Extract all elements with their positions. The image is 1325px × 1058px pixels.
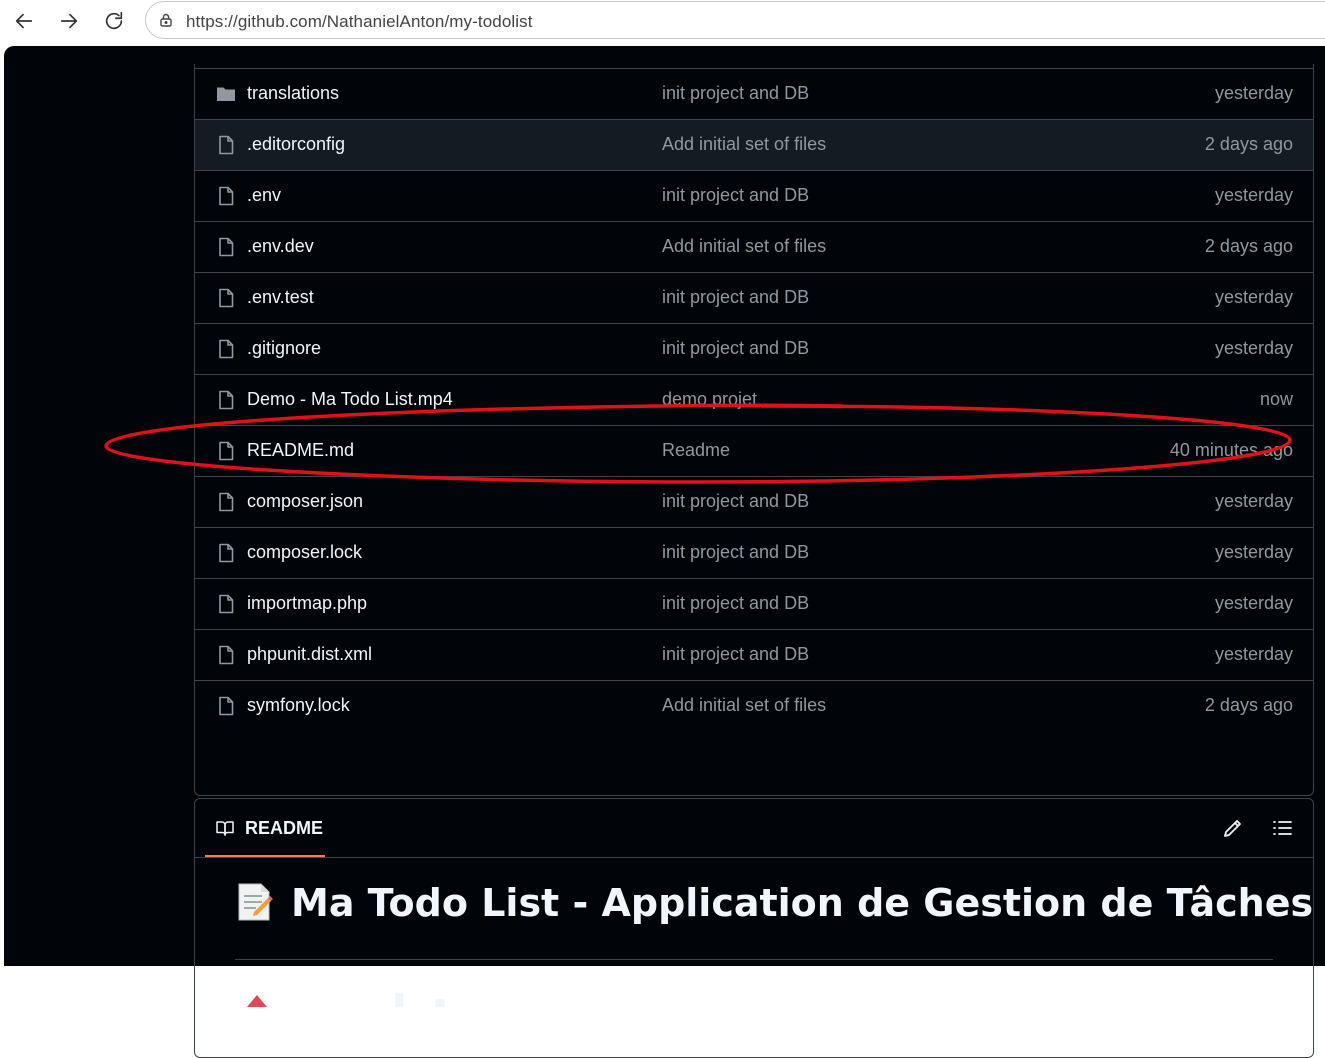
file-row[interactable]: .env.test init project and DB yesterday (195, 272, 1313, 323)
readme-title: Ma Todo List - Application de Gestion de… (235, 881, 1313, 925)
file-icon (215, 236, 237, 258)
commit-message-link[interactable]: init project and DB (662, 644, 809, 665)
back-button[interactable] (8, 5, 40, 37)
next-heading-partial (247, 993, 445, 1007)
file-name-link[interactable]: README.md (247, 440, 354, 461)
browser-toolbar: https://github.com/NathanielAnton/my-tod… (0, 0, 1325, 42)
book-icon (216, 821, 234, 836)
file-row[interactable]: .gitignore init project and DB yesterday (195, 323, 1313, 374)
file-name-link[interactable]: Demo - Ma Todo List.mp4 (247, 389, 453, 410)
commit-date: yesterday (1214, 542, 1293, 562)
commit-message-link[interactable]: Add initial set of files (662, 134, 826, 155)
file-name-link[interactable]: phpunit.dist.xml (247, 644, 372, 665)
commit-date: now (1259, 389, 1293, 409)
commit-date: yesterday (1214, 491, 1293, 511)
reload-icon (105, 11, 123, 30)
file-icon (215, 287, 237, 309)
commit-message-link[interactable]: Readme (662, 440, 730, 461)
file-name-link[interactable]: .env.dev (247, 236, 314, 257)
pencil-icon[interactable] (1221, 816, 1245, 840)
file-row[interactable]: composer.json init project and DB yesterda… (195, 476, 1313, 527)
folder-icon (215, 83, 237, 105)
commit-date: 40 minutes ago (1169, 440, 1293, 460)
file-icon (215, 644, 237, 666)
readme-tab[interactable]: README (205, 799, 325, 857)
file-name-link[interactable]: translations (247, 83, 339, 104)
commit-date: 2 days ago (1204, 236, 1293, 256)
file-row[interactable]: symfony.lock Add initial set of files 2 da… (195, 680, 1313, 731)
commit-date: yesterday (1214, 83, 1293, 103)
commit-date: 2 days ago (1204, 134, 1293, 154)
commit-message-link[interactable]: init project and DB (662, 542, 809, 563)
list-icon[interactable] (1270, 816, 1294, 840)
commit-message-link[interactable]: Add initial set of files (662, 236, 826, 257)
address-bar[interactable]: https://github.com/NathanielAnton/my-tod… (145, 1, 1325, 39)
readme-header: README (195, 799, 1313, 858)
file-icon (215, 338, 237, 360)
commit-date: yesterday (1214, 338, 1293, 358)
file-row[interactable]: .env init project and DB yesterday (195, 170, 1313, 221)
file-icon (215, 542, 237, 564)
title-divider (235, 959, 1273, 960)
file-row[interactable]: composer.lock init project and DB yesterda… (195, 527, 1313, 578)
file-icon (215, 695, 237, 717)
file-name-link[interactable]: .editorconfig (247, 134, 345, 155)
file-list: testsinit project and DByesterdaytransla… (194, 64, 1314, 796)
commit-date: yesterday (1214, 185, 1293, 205)
file-row[interactable]: phpunit.dist.xml init project and DB yeste… (195, 629, 1313, 680)
file-row[interactable]: translations init project and DB yesterday (195, 68, 1313, 119)
reload-button[interactable] (98, 5, 130, 37)
commit-message-link[interactable]: init project and DB (662, 185, 809, 206)
commit-message-link[interactable]: Add initial set of files (662, 695, 826, 716)
commit-message-link[interactable]: demo projet (662, 389, 757, 410)
commit-message-link[interactable]: init project and DB (662, 287, 809, 308)
readme-tab-label: README (245, 818, 324, 838)
commit-message-link[interactable]: init project and DB (662, 491, 809, 512)
file-name-link[interactable]: .env (247, 185, 281, 206)
commit-date: yesterday (1214, 593, 1293, 613)
arrow-left-icon (15, 13, 33, 29)
commit-date: yesterday (1214, 287, 1293, 307)
github-page: testsinit project and DByesterdaytransla… (4, 46, 1325, 1058)
file-name-link[interactable]: .gitignore (247, 338, 321, 359)
file-name-link[interactable]: .env.test (247, 287, 314, 308)
forward-button[interactable] (53, 5, 85, 37)
file-name-link[interactable]: composer.json (247, 491, 363, 512)
readme-panel: README Ma Todo List - Application de Ges… (194, 798, 1314, 1058)
file-row[interactable]: .env.dev Add initial set of files 2 days a… (195, 221, 1313, 272)
file-icon (215, 593, 237, 615)
site-info-icon[interactable] (158, 12, 174, 28)
file-row[interactable]: .editorconfig Add initial set of files 2 d… (195, 119, 1313, 170)
file-icon (215, 491, 237, 513)
commit-message-link[interactable]: init project and DB (662, 593, 809, 614)
readme-title-text: Ma Todo List - Application de Gestion de… (291, 881, 1314, 925)
commit-message-link[interactable]: init project and DB (662, 83, 809, 104)
file-icon (215, 134, 237, 156)
file-name-link[interactable]: composer.lock (247, 542, 362, 563)
file-icon (215, 389, 237, 411)
url-text: https://github.com/NathanielAnton/my-tod… (186, 12, 533, 31)
file-row[interactable]: README.md Readme 40 minutes ago (195, 425, 1313, 476)
file-name-link[interactable]: symfony.lock (247, 695, 350, 716)
file-row[interactable]: Demo - Ma Todo List.mp4 demo projet now (195, 374, 1313, 425)
commit-message-link[interactable]: init project and DB (662, 338, 809, 359)
file-icon (215, 185, 237, 207)
file-icon (215, 440, 237, 462)
arrow-right-icon (60, 13, 78, 29)
file-name-link[interactable]: importmap.php (247, 593, 367, 614)
file-row[interactable]: importmap.php init project and DB yesterda… (195, 578, 1313, 629)
memo-emoji (238, 883, 273, 921)
commit-date: 2 days ago (1204, 695, 1293, 715)
commit-date: yesterday (1214, 644, 1293, 664)
